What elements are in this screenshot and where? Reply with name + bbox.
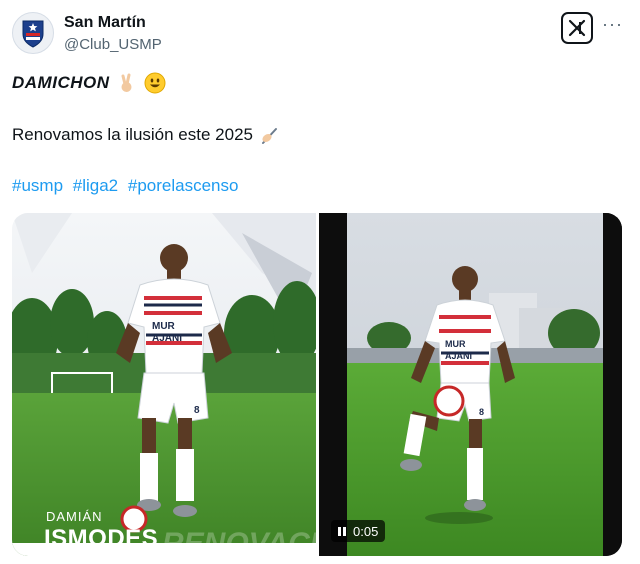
x-grok-icon[interactable] <box>561 12 593 44</box>
hashtag-link[interactable]: #porelascenso <box>128 176 239 195</box>
hashtag-link[interactable]: #liga2 <box>73 176 118 195</box>
tweet-line-2: Renovamos la ilusión este 2025 <box>12 124 281 146</box>
video-time: 0:05 <box>353 523 379 539</box>
writing-hand-emoji <box>259 124 281 146</box>
jersey-sponsor-text: AJANI <box>445 351 472 361</box>
tweet-body-text: Renovamos la ilusión este 2025 <box>12 125 253 144</box>
jersey-sponsor-text: MUR <box>152 321 176 332</box>
player-video-frame: MUR AJANI 8 <box>319 213 622 556</box>
jersey-number: 8 <box>194 405 200 416</box>
player-first-name: DAMIÁN <box>46 509 103 524</box>
jersey-sponsor-text: AJANI <box>152 333 182 344</box>
media-grid: MUR AJANI 8 RENOVACIÓN DAMIÁN <box>12 213 622 556</box>
tweet-card: San Martín @Club_USMP ··· DAMICHON Renov… <box>0 0 640 564</box>
video-timer[interactable]: 0:05 <box>331 520 386 542</box>
pause-icon[interactable] <box>338 526 346 536</box>
jersey-sponsor-text: MUR <box>445 339 466 349</box>
account-name[interactable]: San Martín <box>64 14 146 32</box>
player-photo-image: MUR AJANI 8 RENOVACIÓN <box>12 213 316 556</box>
hashtags: #usmp #liga2 #porelascenso <box>12 176 243 196</box>
svg-text:RENOVACIÓN: RENOVACIÓN <box>162 526 316 556</box>
avatar[interactable] <box>12 12 54 54</box>
more-options-button[interactable]: ··· <box>602 14 623 34</box>
grinning-face-emoji <box>144 72 166 94</box>
tweet-title-text: DAMICHON <box>12 73 110 92</box>
victory-hand-emoji <box>116 72 138 94</box>
hashtag-link[interactable]: #usmp <box>12 176 63 195</box>
player-video[interactable]: MUR AJANI 8 0:05 <box>319 213 622 556</box>
player-photo[interactable]: MUR AJANI 8 RENOVACIÓN DAMIÁN <box>12 213 316 556</box>
player-last-name: ISMODES <box>44 525 159 552</box>
club-crest-icon <box>22 20 44 48</box>
account-handle[interactable]: @Club_USMP <box>64 36 162 53</box>
jersey-number: 8 <box>479 407 484 417</box>
tweet-line-1: DAMICHON <box>12 72 166 94</box>
